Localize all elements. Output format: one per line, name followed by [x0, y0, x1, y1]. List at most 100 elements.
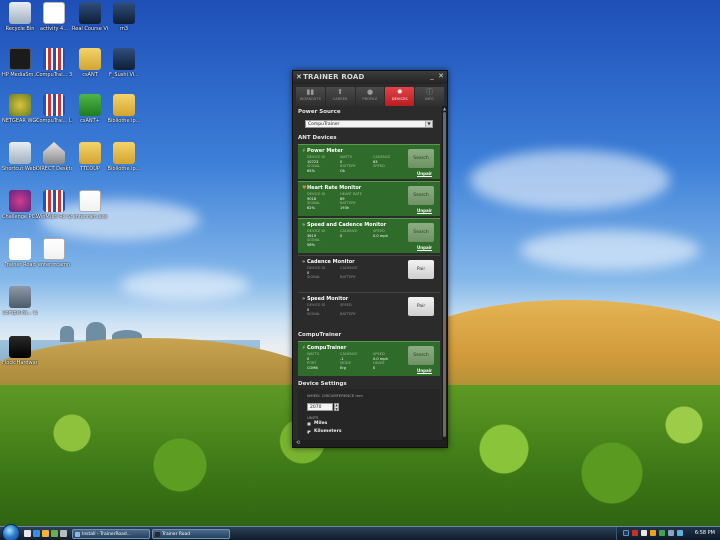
arrow-up-icon: ⬆ [337, 88, 344, 96]
start-button[interactable] [2, 524, 20, 540]
trainer-road-window: ✕TRAINER ROAD _ ✕ ▮▮ WORKOUTS ⬆ CAREER ● PROF… [292, 70, 448, 448]
desktop-shortcut[interactable]: Bibliothe ip... [106, 94, 142, 124]
device-name: » Speed Monitor [302, 296, 348, 302]
rv-app-icon [43, 238, 65, 260]
tab-profile[interactable]: ● PROFILE [355, 87, 385, 106]
chevrons-icon: » [302, 296, 306, 302]
tab-info[interactable]: ⓘ INFO [415, 87, 444, 106]
system-tray: 6:58 PM [616, 527, 720, 540]
search-button[interactable]: Search [408, 346, 434, 365]
tab-label: PROFILE [362, 97, 378, 101]
search-button[interactable]: Search [408, 223, 434, 242]
show-desktop-icon[interactable] [24, 530, 31, 537]
scroll-up-icon[interactable]: ▲ [442, 106, 447, 111]
search-button[interactable]: Search [408, 149, 434, 168]
desktop-shortcut[interactable]: TTCOUP [72, 142, 108, 172]
lightning-icon: ⚡ [302, 148, 306, 154]
desktop-shortcut[interactable]: WinMulti Rx Stuff Trainer [36, 190, 72, 220]
tab-label: DEVICES [391, 97, 408, 101]
internet-explorer-icon[interactable] [33, 530, 40, 537]
lightning-icon: ⚡ [302, 345, 306, 351]
tray-app-icon[interactable] [659, 530, 665, 536]
desktop-shortcut[interactable]: CompuTrai... Lesson TC... [36, 94, 72, 124]
desktop-shortcut-label: TTCOUP [80, 166, 100, 172]
media-icon [113, 48, 135, 70]
desktop-shortcut[interactable]: DIRECT Desktop [36, 142, 72, 172]
units-miles-radio[interactable] [307, 422, 311, 426]
taskbar-item-trainer-road[interactable]: Trainer Road [152, 529, 230, 539]
vertical-scrollbar[interactable]: ▲ [442, 106, 447, 446]
folder-icon [79, 142, 101, 164]
device-name-text: Power Meter [307, 148, 343, 154]
security-alert-icon[interactable] [650, 530, 656, 536]
unpair-link[interactable]: Unpair [417, 245, 432, 250]
desktop-shortcut-label: m3 [119, 26, 129, 32]
tab-career[interactable]: ⬆ CAREER [325, 87, 355, 106]
pair-button[interactable]: Pair [408, 260, 434, 279]
device-settings-heading: Device Settings [298, 381, 347, 387]
desktop-shortcut[interactable]: CompuTra... CS 5.0 [2, 286, 38, 316]
desktop-shortcut[interactable]: Challenge PC1 [2, 190, 38, 220]
disc-icon [9, 190, 31, 212]
window-title-bar[interactable]: ✕TRAINER ROAD _ ✕ [293, 71, 447, 84]
desktop-shortcut[interactable]: Real Course Video [72, 2, 108, 32]
stat-value: 62% [307, 205, 315, 210]
bar-chart-icon: ▮▮ [306, 88, 315, 96]
connection-icon[interactable] [677, 530, 683, 536]
language-icon[interactable] [623, 530, 629, 536]
stat-value: 0 [373, 365, 376, 370]
taskbar-item-install[interactable]: Install - TrainerRoad... [72, 529, 150, 539]
scrollbar-thumb[interactable] [443, 112, 446, 437]
desktop-shortcut[interactable]: Bibliothe ip... [106, 142, 142, 172]
unpair-link[interactable]: Unpair [417, 208, 432, 213]
stat-value: Ok [340, 168, 345, 173]
unpair-link[interactable]: Unpair [417, 171, 432, 176]
ant-devices-heading: ANT Devices [298, 135, 337, 141]
network-icon[interactable] [641, 530, 647, 536]
volume-icon[interactable] [668, 530, 674, 536]
desktop-shortcut[interactable]: HP MediaSm... [2, 48, 38, 78]
close-button[interactable]: ✕ [437, 72, 445, 81]
desktop-shortcut[interactable]: csANT+ [72, 94, 108, 124]
computrainer-icon [43, 48, 65, 70]
minimize-button[interactable]: _ [428, 72, 436, 81]
antivirus-icon[interactable] [632, 530, 638, 536]
device-stats: DEVICE ID CADENCE 0 SIGNAL BATTERY [307, 266, 406, 280]
search-button[interactable]: Search [408, 186, 434, 205]
pair-button[interactable]: Pair [408, 297, 434, 316]
desktop-shortcut[interactable]: Trainer Road [2, 238, 38, 268]
units-kilometers-radio[interactable] [307, 430, 311, 434]
tab-devices[interactable]: ✹ DEVICES [385, 87, 415, 106]
switch-windows-icon[interactable] [51, 530, 58, 537]
stat-value [373, 206, 406, 211]
wheel-circumference-input[interactable]: 2070 [307, 403, 333, 411]
desktop-shortcut[interactable]: activity 4... [36, 2, 72, 32]
device-card-cadence-monitor: » Cadence Monitor DEVICE ID CADENCE 0 SIGNAL B… [298, 255, 440, 290]
desktop-shortcut[interactable]: Recycle Bin [2, 2, 38, 32]
quick-launch-icon[interactable] [60, 530, 67, 537]
desktop-shortcut[interactable]: F_Sushi Vi... [106, 48, 142, 78]
desktop-shortcut[interactable]: enter.rrcamn [36, 238, 72, 268]
tab-workouts[interactable]: ▮▮ WORKOUTS [296, 87, 325, 106]
desktop-shortcut[interactable]: csANT [72, 48, 108, 78]
taskbar-clock[interactable]: 6:58 PM [695, 527, 715, 540]
folder-icon [79, 48, 101, 70]
wheel-circumference-stepper[interactable]: ▲ ▼ [334, 403, 339, 411]
desktop-shortcut-label: Challenge PC1 [2, 214, 38, 220]
devices-panel: Power Source CompuTrainer ▼ ANT Devices … [296, 106, 442, 446]
tab-label: CAREER [332, 97, 348, 101]
desktop-shortcut-label: activity 4... [40, 26, 68, 32]
desktop-shortcut[interactable]: CompuTrai... 3D [36, 48, 72, 78]
unpair-link[interactable]: Unpair [417, 368, 432, 373]
power-source-select[interactable]: CompuTrainer ▼ [305, 120, 433, 128]
device-stats: DEVICE ID SPEED 0 SIGNAL BATTERY [307, 303, 406, 317]
desktop-shortcut[interactable]: Flock Hardware... [2, 336, 38, 366]
desktop-shortcut[interactable]: enter.rain.exe [72, 190, 108, 220]
desktop-shortcut[interactable]: NETGEAR WG111v3 S... [2, 94, 38, 124]
refresh-icon[interactable]: ⟲ [296, 440, 300, 447]
ant-device-list: ⚡Power Meter DEVICE ID WATTS CADENCE 10723 0 6… [296, 144, 442, 327]
desktop-shortcut[interactable]: Shortcut Webcam ... [2, 142, 38, 172]
desktop-shortcut[interactable]: m3 [106, 2, 142, 32]
folder-icon[interactable] [42, 530, 49, 537]
chevron-down-icon[interactable]: ▼ [425, 121, 432, 127]
